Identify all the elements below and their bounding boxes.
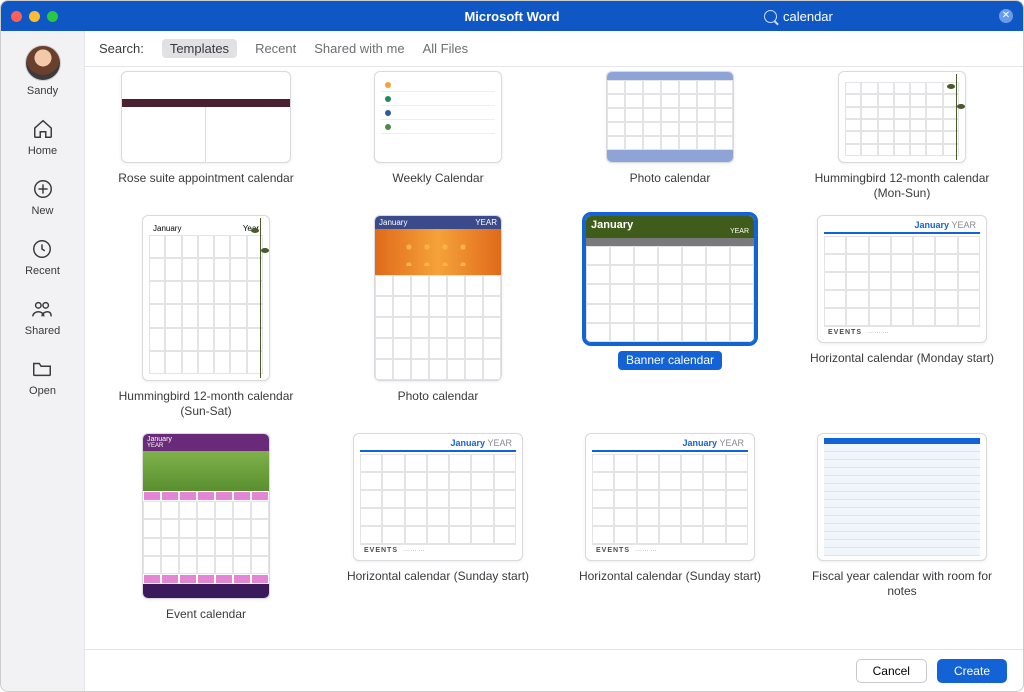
avatar	[25, 45, 61, 81]
template-card[interactable]: JanuaryYear Hummingbird 12-month calendar…	[103, 215, 309, 419]
user-name: Sandy	[27, 85, 58, 97]
template-thumbnail: JanuaryYEAR	[585, 215, 755, 343]
sidebar: Sandy Home New Recent Shared Open	[1, 31, 85, 691]
clock-icon	[30, 237, 54, 261]
template-thumbnail: JanuaryYEAR	[142, 433, 270, 599]
filter-all-files[interactable]: All Files	[423, 41, 469, 56]
sidebar-item-label: Shared	[25, 325, 60, 337]
template-caption: Photo calendar	[630, 171, 711, 186]
filter-recent[interactable]: Recent	[255, 41, 296, 56]
template-gallery[interactable]: Rose suite appointment calendar Weekly Ca…	[85, 67, 1023, 649]
template-card[interactable]: Weekly Calendar	[335, 71, 541, 201]
people-icon	[30, 297, 54, 321]
template-card[interactable]: Fiscal year calendar with room for notes	[799, 433, 1005, 622]
template-caption: Horizontal calendar (Monday start)	[810, 351, 994, 366]
template-card[interactable]: January YEAREVENTS ··· ··· ··· Horizontal…	[567, 433, 773, 622]
search-field[interactable]: ✕	[764, 9, 1013, 24]
template-thumbnail	[606, 71, 734, 163]
template-card[interactable]: Rose suite appointment calendar	[103, 71, 309, 201]
sidebar-user[interactable]: Sandy	[25, 45, 61, 97]
template-caption: Rose suite appointment calendar	[118, 171, 293, 186]
sidebar-item-home[interactable]: Home	[28, 117, 57, 157]
sidebar-item-label: New	[31, 205, 53, 217]
template-thumbnail	[374, 71, 502, 163]
template-thumbnail	[838, 71, 966, 163]
footer: Cancel Create	[85, 649, 1023, 691]
template-caption: Hummingbird 12-month calendar (Sun-Sat)	[106, 389, 306, 419]
filter-shared[interactable]: Shared with me	[314, 41, 404, 56]
filter-templates[interactable]: Templates	[162, 39, 237, 58]
template-card[interactable]: Hummingbird 12-month calendar (Mon-Sun)	[799, 71, 1005, 201]
template-thumbnail	[817, 433, 987, 561]
template-thumbnail: JanuaryYEAR	[374, 215, 502, 381]
template-card[interactable]: JanuaryYEAR Event calendar	[103, 433, 309, 622]
search-input[interactable]	[783, 9, 963, 24]
main-panel: Search: Templates Recent Shared with me …	[85, 31, 1023, 691]
template-caption: Photo calendar	[398, 389, 479, 404]
filter-label: Search:	[99, 41, 144, 56]
template-thumbnail	[121, 71, 291, 163]
template-card[interactable]: January YEAREVENTS ··· ··· ··· Horizontal…	[335, 433, 541, 622]
template-card[interactable]: January YEAREVENTS ··· ··· ··· Horizontal…	[799, 215, 1005, 419]
folder-icon	[30, 357, 54, 381]
body: Sandy Home New Recent Shared Open	[1, 31, 1023, 691]
clear-search-icon[interactable]: ✕	[999, 9, 1013, 23]
cancel-button[interactable]: Cancel	[856, 659, 927, 683]
template-card[interactable]: JanuaryYEAR Photo calendar	[335, 215, 541, 419]
template-thumbnail: January YEAREVENTS ··· ··· ···	[817, 215, 987, 343]
template-caption: Weekly Calendar	[392, 171, 483, 186]
template-card[interactable]: Photo calendar	[567, 71, 773, 201]
template-caption: Hummingbird 12-month calendar (Mon-Sun)	[802, 171, 1002, 201]
search-icon	[764, 10, 777, 23]
template-caption: Banner calendar	[618, 351, 722, 370]
template-thumbnail: JanuaryYear	[142, 215, 270, 381]
sidebar-item-recent[interactable]: Recent	[25, 237, 60, 277]
sidebar-item-shared[interactable]: Shared	[25, 297, 60, 337]
close-icon[interactable]	[11, 11, 22, 22]
template-card[interactable]: JanuaryYEAR Banner calendar	[567, 215, 773, 419]
create-button[interactable]: Create	[937, 659, 1007, 683]
sidebar-item-label: Recent	[25, 265, 60, 277]
sidebar-item-new[interactable]: New	[31, 177, 55, 217]
titlebar: Microsoft Word ✕	[1, 1, 1023, 31]
minimize-icon[interactable]	[29, 11, 40, 22]
template-caption: Horizontal calendar (Sunday start)	[579, 569, 761, 584]
template-caption: Horizontal calendar (Sunday start)	[347, 569, 529, 584]
sidebar-item-label: Home	[28, 145, 57, 157]
template-caption: Event calendar	[166, 607, 246, 622]
window-controls	[11, 11, 58, 22]
template-caption: Fiscal year calendar with room for notes	[802, 569, 1002, 599]
template-thumbnail: January YEAREVENTS ··· ··· ···	[353, 433, 523, 561]
plus-circle-icon	[31, 177, 55, 201]
sidebar-item-open[interactable]: Open	[29, 357, 56, 397]
home-icon	[31, 117, 55, 141]
template-thumbnail: January YEAREVENTS ··· ··· ···	[585, 433, 755, 561]
template-chooser-window: Microsoft Word ✕ Sandy Home New Recent	[0, 0, 1024, 692]
filter-bar: Search: Templates Recent Shared with me …	[85, 31, 1023, 67]
zoom-icon[interactable]	[47, 11, 58, 22]
sidebar-item-label: Open	[29, 385, 56, 397]
